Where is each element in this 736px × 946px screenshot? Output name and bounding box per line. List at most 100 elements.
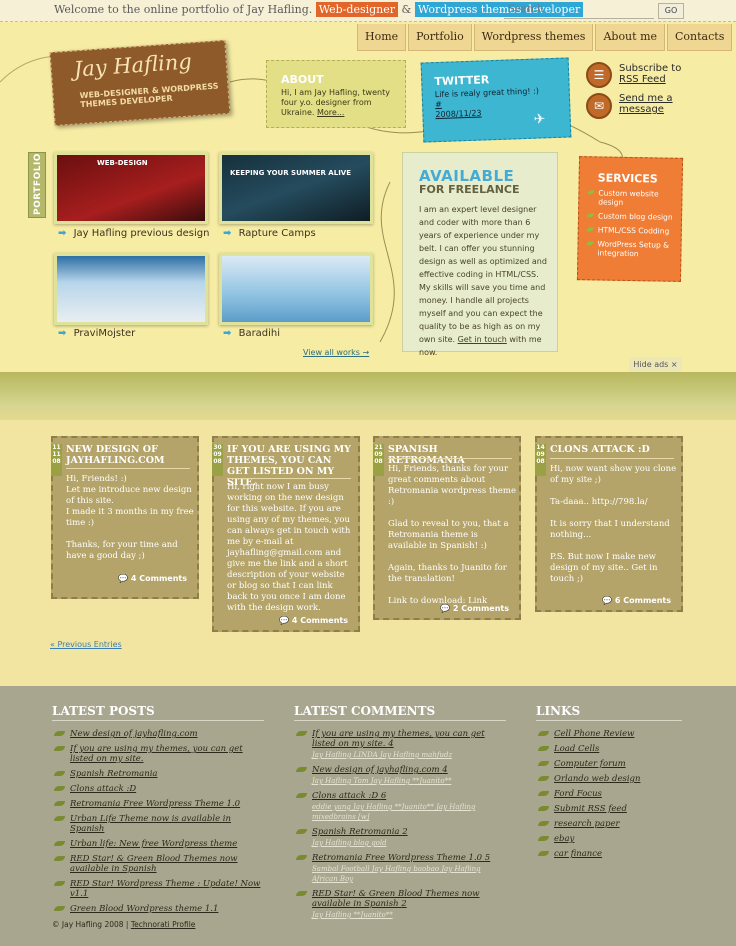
about-more-link[interactable]: More... — [317, 108, 344, 117]
thumb-caption: KEEPING YOUR SUMMER ALIVE — [230, 169, 351, 177]
divider — [388, 458, 512, 459]
portfolio-item-4[interactable]: ➡ Baradihi — [223, 328, 280, 339]
service-item: WordPress Setup & integration — [586, 239, 678, 259]
post-date: 11 11 08 — [51, 444, 62, 476]
latest-post-link[interactable]: Spanish Retromania — [52, 769, 264, 779]
about-box: ABOUT Hi, I am Jay Hafling, twenty four … — [266, 60, 406, 128]
footer-link[interactable]: Computer forum — [536, 759, 682, 769]
portfolio-thumb-pravimojster[interactable] — [54, 253, 208, 325]
nav-home[interactable]: Home — [357, 24, 407, 51]
footer-link[interactable]: Load Cells — [536, 744, 682, 754]
latest-comment-item[interactable]: New design of jayhafling.com 4 Jay Haflin… — [294, 765, 506, 786]
footer-link[interactable]: Submit RSS feed — [536, 804, 682, 814]
latest-post-link[interactable]: New design of jayhafling.com — [52, 729, 264, 739]
thumb-caption: WEB-DESIGN — [97, 159, 148, 167]
get-in-touch-link[interactable]: Get in touch — [458, 335, 507, 344]
footer-link[interactable]: Ford Focus — [536, 789, 682, 799]
links-section: LINKS Cell Phone Review Load Cells Compu… — [536, 704, 682, 864]
rss-icon[interactable]: ☰ — [586, 62, 612, 88]
latest-comment-item[interactable]: If you are using my themes, you can get … — [294, 729, 506, 760]
latest-posts-title: LATEST POSTS — [52, 704, 264, 721]
view-all-label: View all works — [303, 348, 360, 357]
twitter-box: TWITTER Life is realy great thing! :) # … — [420, 57, 572, 143]
about-text: Hi, I am Jay Hafling, twenty four y.o. d… — [281, 88, 391, 118]
post-date: 30 09 08 — [212, 444, 223, 476]
portfolio-item-2[interactable]: ➡ Rapture Camps — [223, 228, 316, 239]
post-body: Hi, Friends, thanks for your great comme… — [388, 464, 516, 606]
previous-entries-link[interactable]: « Previous Entries — [50, 640, 122, 649]
portfolio-tab[interactable]: PORTFOLIO — [28, 152, 46, 218]
subscribe-line1: Subscribe to — [619, 63, 682, 74]
ads-strip — [0, 372, 736, 420]
comments-link[interactable]: 💬 4 Comments — [279, 616, 348, 625]
post-title[interactable]: NEW DESIGN OF JAYHAFLING.COM — [66, 444, 194, 466]
post-date: 21 09 08 — [373, 444, 384, 476]
nav-portfolio[interactable]: Portfolio — [408, 24, 472, 51]
footer-link[interactable]: Cell Phone Review — [536, 729, 682, 739]
post-card: 14 09 08 CLONS ATTACK :D Hi, now want show… — [535, 436, 683, 612]
latest-comment-item[interactable]: Spanish Retromania 2 Jay Hafling blog gol… — [294, 827, 506, 848]
latest-posts-list: New design of jayhafling.com If you are … — [52, 729, 264, 914]
comments-link[interactable]: 💬 2 Comments — [440, 604, 509, 613]
latest-comment-item[interactable]: Retromania Free Wordpress Theme 1.0 5 Sam… — [294, 853, 506, 884]
tweet-date-link[interactable]: 2008/11/23 — [435, 109, 481, 120]
hide-ads-button[interactable]: Hide ads × — [629, 357, 682, 372]
latest-post-link[interactable]: Urban Life Theme now is available in Spa… — [52, 814, 264, 834]
nav-about-me[interactable]: About me — [595, 24, 666, 51]
close-icon: × — [670, 360, 678, 369]
latest-post-link[interactable]: RED Star! Wordpress Theme : Update! Now … — [52, 879, 264, 899]
service-item: Custom website design — [587, 188, 679, 208]
latest-comment-item[interactable]: RED Star! & Green Blood Themes now avail… — [294, 889, 506, 920]
latest-comment-item[interactable]: Clons attack :D 6 eddie yang Jay Hafling … — [294, 791, 506, 822]
latest-post-link[interactable]: Urban life: New free Wordpress theme — [52, 839, 264, 849]
role-web-designer: Web-designer — [315, 2, 399, 17]
portfolio-label-3: PraviMojster — [73, 328, 136, 339]
nav-wordpress-themes[interactable]: Wordpress themes — [473, 24, 594, 51]
latest-comments-title: LATEST COMMENTS — [294, 704, 506, 721]
arrow-icon: ➡ — [223, 328, 232, 339]
portfolio-thumb-baradihi[interactable] — [219, 253, 373, 325]
available-description: I am an expert level designer and coder … — [419, 205, 547, 344]
post-title[interactable]: SPANISH RETROMANIA — [388, 444, 516, 466]
portfolio-thumb-jay-hafling[interactable]: WEB-DESIGN — [54, 152, 208, 224]
tweet-hash-link[interactable]: # — [435, 100, 442, 109]
post-title[interactable]: CLONS ATTACK :D — [550, 444, 678, 455]
technorati-link[interactable]: Technorati Profile — [131, 920, 196, 929]
comments-link[interactable]: 💬 6 Comments — [602, 596, 671, 605]
logo-tagline: WEB-DESIGNER & WORDPRESS THEMES DEVELOPE… — [79, 81, 219, 110]
arrow-icon: ➡ — [223, 228, 232, 239]
portfolio-item-3[interactable]: ➡ PraviMojster — [58, 328, 135, 339]
comments-link[interactable]: 💬 4 Comments — [118, 574, 187, 583]
latest-post-link[interactable]: RED Star! & Green Blood Themes now avail… — [52, 854, 264, 874]
footer-link[interactable]: research paper — [536, 819, 682, 829]
latest-post-link[interactable]: Clons attack :D — [52, 784, 264, 794]
available-subtitle: FOR FREELANCE — [419, 183, 520, 196]
hide-ads-label: Hide ads — [633, 360, 669, 369]
nav-contacts[interactable]: Contacts — [667, 24, 733, 51]
bird-icon: ✈ — [533, 111, 546, 128]
send-message-link[interactable]: Send me a message — [619, 93, 673, 115]
portfolio-item-1[interactable]: ➡ Jay Hafling previous design — [58, 228, 209, 239]
site-logo[interactable]: Jay Hafling WEB-DESIGNER & WORDPRESS THE… — [49, 39, 231, 127]
post-body: Hi, right now I am busy working on the n… — [227, 482, 351, 613]
footer-link[interactable]: Orlando web design — [536, 774, 682, 784]
tweet-text: Life is realy great thing! :) — [434, 86, 540, 100]
footer-link[interactable]: ebay — [536, 834, 682, 844]
copyright-text: © Jay Hafling 2008 — [52, 920, 124, 929]
latest-post-link[interactable]: Green Blood Wordpress theme 1.1 — [52, 904, 264, 914]
search-go-button[interactable]: GO — [658, 3, 684, 19]
latest-post-link[interactable]: Retromania Free Wordpress Theme 1.0 — [52, 799, 264, 809]
message-line2: message — [619, 104, 664, 115]
view-all-works-link[interactable]: View all works → — [303, 348, 369, 357]
footer-link[interactable]: car finance — [536, 849, 682, 859]
subscribe-rss-link[interactable]: Subscribe to RSS Feed — [619, 63, 681, 85]
services-list: Custom website design Custom blog design… — [586, 188, 679, 264]
mail-icon[interactable]: ✉ — [586, 93, 612, 119]
copyright: © Jay Hafling 2008 | Technorati Profile — [52, 920, 196, 929]
divider — [227, 478, 351, 479]
service-item: Custom blog design — [587, 211, 679, 222]
latest-post-link[interactable]: If you are using my themes, you can get … — [52, 744, 264, 764]
portfolio-thumb-rapture-camps[interactable]: KEEPING YOUR SUMMER ALIVE — [219, 152, 373, 224]
twitter-text: Life is realy great thing! :) # 2008/11/… — [435, 86, 546, 120]
logo-name: Jay Hafling — [73, 49, 193, 82]
